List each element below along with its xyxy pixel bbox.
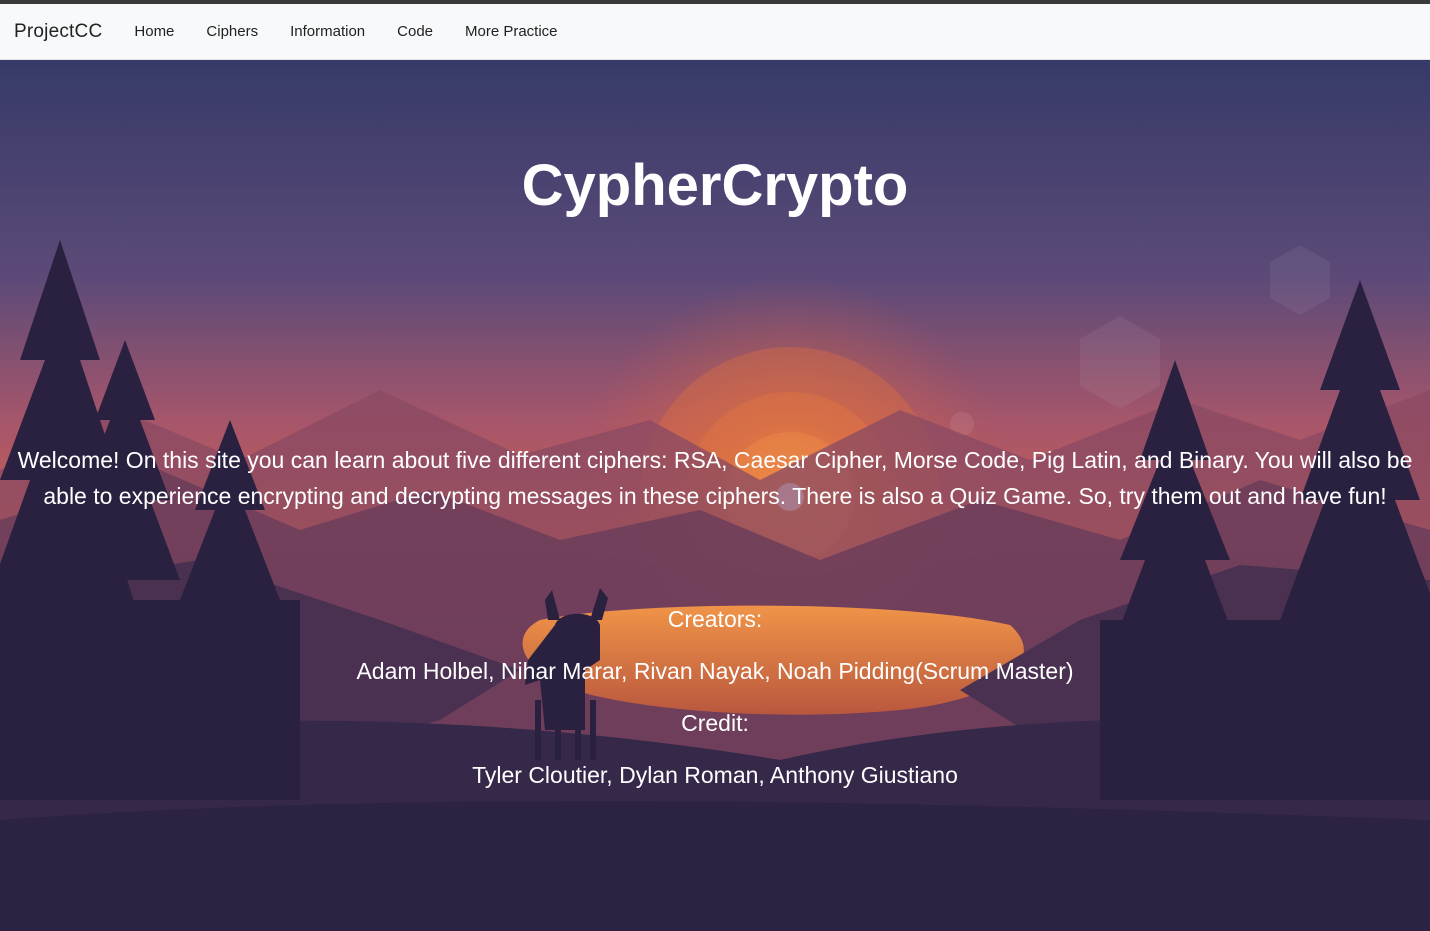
nav-ciphers[interactable]: Ciphers [206, 23, 258, 40]
page-title: CypherCrypto [521, 153, 909, 218]
hero-content: CypherCrypto Welcome! On this site you c… [0, 60, 1430, 931]
creators-names: Adam Holbel, Nihar Marar, Rivan Nayak, N… [356, 658, 1074, 684]
creators-label: Creators: [667, 606, 763, 632]
nav-more-practice[interactable]: More Practice [465, 23, 558, 40]
credit-label: Credit: [681, 710, 749, 736]
nav-home[interactable]: Home [134, 23, 174, 40]
hero-section: CypherCrypto Welcome! On this site you c… [0, 60, 1430, 931]
welcome-text: Welcome! On this site you can learn abou… [17, 447, 1413, 509]
brand-link[interactable]: ProjectCC [14, 21, 102, 43]
nav-information[interactable]: Information [290, 23, 365, 40]
nav-code[interactable]: Code [397, 23, 433, 40]
credit-names: Tyler Cloutier, Dylan Roman, Anthony Giu… [472, 762, 958, 788]
top-navbar: ProjectCC Home Ciphers Information Code … [0, 4, 1430, 60]
